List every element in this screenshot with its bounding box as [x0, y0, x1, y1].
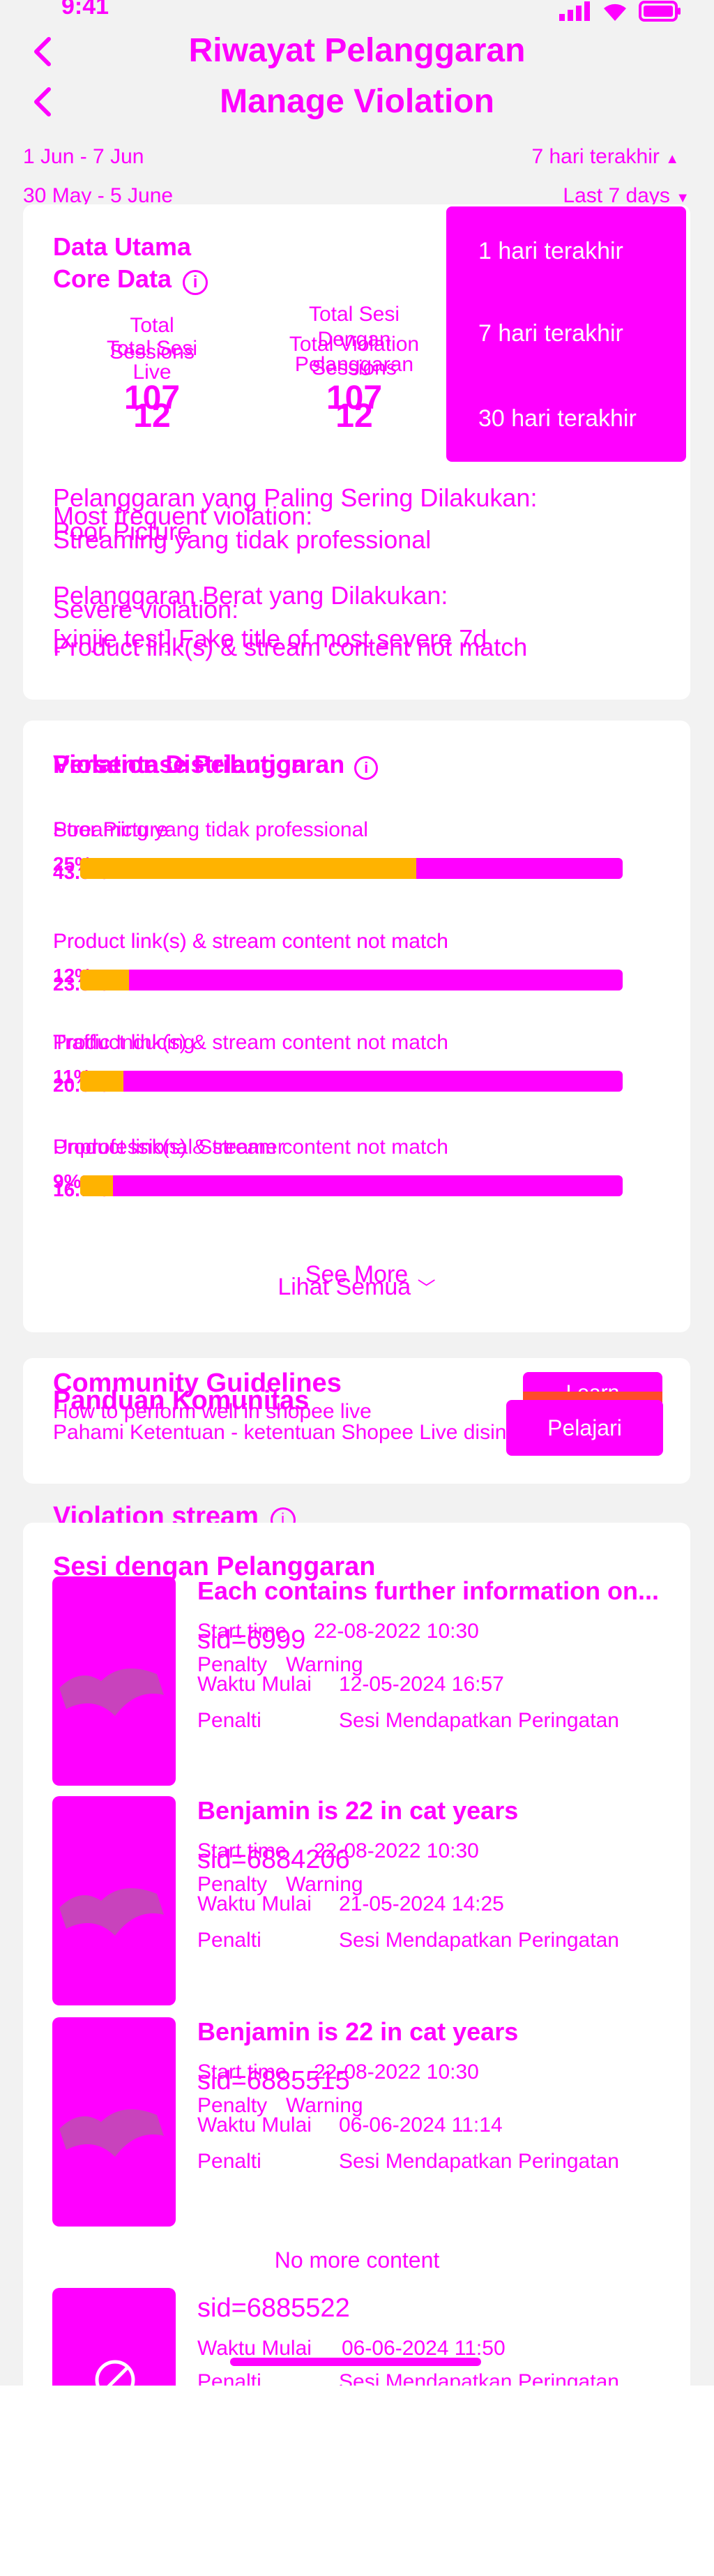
distribution-bar-track — [80, 970, 623, 991]
violation-distribution-card: Violation Distribution Persentase Pelang… — [23, 721, 690, 1332]
stream-penalti-value: Sesi Mendapatkan Peringatan — [339, 1929, 619, 1952]
stream-waktu-label: Waktu Mulai — [197, 2114, 312, 2137]
info-icon[interactable]: i — [183, 270, 208, 295]
distribution-title-secondary: Persentase Pelanggaran i — [53, 750, 379, 780]
stream-item-title[interactable]: Benjamin is 22 in cat years — [197, 1796, 518, 1825]
community-guidelines-card: Community Guidelines Panduan Komunitas H… — [23, 1358, 690, 1484]
stream-waktu-label: Waktu Mulai — [197, 1892, 312, 1915]
stream-start-time-value: 22-08-2022 10:30 — [314, 2061, 479, 2084]
stream-start-time-value: 22-08-2022 10:30 — [314, 1839, 479, 1862]
metric-violation-sessions-value-secondary: 12 — [335, 398, 373, 435]
stream-waktu-label: Waktu Mulai — [197, 1673, 312, 1696]
stream-item-title[interactable]: Benjamin is 22 in cat years — [197, 2017, 518, 2047]
thumbnail-image — [59, 2109, 164, 2157]
distribution-row-label-secondary: Product link(s) & stream content not mat… — [53, 930, 448, 953]
thumbnail-image — [59, 1669, 164, 1716]
lihat-semua-label: Lihat Semua — [278, 1274, 411, 1300]
distribution-bar-fill — [80, 1175, 113, 1196]
stream-waktu-value: 12-05-2024 16:57 — [339, 1673, 504, 1696]
pelajari-button-label: Pelajari — [547, 1415, 622, 1440]
page: 9:41 Riwayat Pelanggaran Manage Violatio… — [0, 0, 714, 2576]
metric-total-sessions-label-secondary-text: Total Sesi Live — [106, 337, 198, 384]
metric-violation-sessions-label-secondary-text: Total Violation Sessions — [289, 333, 420, 379]
stream-thumbnail[interactable] — [52, 1576, 176, 1786]
core-data-title: Data Utama — [53, 232, 192, 261]
blocked-icon — [95, 2360, 135, 2386]
caret-down-icon: ▼ — [676, 190, 690, 206]
signal-icon — [559, 1, 590, 21]
pelajari-button[interactable]: Pelajari — [506, 1400, 663, 1456]
stream-penalti-label: Penalti — [197, 1709, 261, 1732]
stream-thumbnail[interactable] — [52, 1796, 176, 2005]
metric-total-sessions-value-secondary: 12 — [133, 398, 171, 435]
period-option-7-days[interactable]: 7 hari terakhir — [478, 320, 623, 347]
last-stream-waktu-value: 06-06-2024 11:50 — [342, 2337, 506, 2360]
guidelines-desc-secondary-text: Pahami Ketentuan - ketentuan Shopee Live… — [53, 1421, 512, 1444]
distribution-row-label-secondary: Product link(s) & stream content not mat… — [53, 1031, 448, 1054]
core-data-title-secondary-text: Core Data — [53, 264, 172, 293]
wifi-icon — [604, 3, 626, 22]
stream-thumbnail-blocked[interactable] — [52, 2288, 176, 2386]
period-selector[interactable]: 7 hari terakhir ▲ — [531, 145, 679, 169]
stream-start-time-label: Start time — [197, 1620, 287, 1643]
metric-violation-sessions-label-secondary: Total Violation Sessions — [284, 333, 424, 380]
lihat-semua-button[interactable]: Lihat Semua ﹀ — [23, 1274, 690, 1301]
chevron-down-icon: ﹀ — [417, 1278, 436, 1299]
stream-penalti-value: Sesi Mendapatkan Peringatan — [339, 2150, 619, 2173]
stream-item-title[interactable]: Each contains further information on... — [197, 1576, 659, 1606]
page-title-secondary: Manage Violation — [220, 83, 494, 120]
stream-start-time-value: 22-08-2022 10:30 — [314, 1620, 479, 1643]
most-frequent-value-secondary: Streaming yang tidak professional — [53, 525, 432, 554]
page-title: Riwayat Pelanggaran — [188, 32, 526, 69]
scroll-indicator — [230, 2358, 481, 2366]
last-stream-sid[interactable]: sid=6885522 — [197, 2293, 350, 2323]
caret-up-icon: ▲ — [665, 151, 679, 167]
severe-label-secondary: Pelanggaran Berat yang Dilakukan: — [53, 581, 448, 610]
guidelines-desc: How to perform well in shopee live — [53, 1400, 372, 1423]
distribution-bar-fill — [80, 858, 416, 879]
core-data-title-secondary: Core Data i — [53, 264, 208, 295]
status-time: 9:41 — [61, 0, 109, 20]
stream-waktu-value: 21-05-2024 14:25 — [339, 1892, 504, 1915]
distribution-row-label-secondary: Streaming yang tidak professional — [53, 818, 368, 841]
no-more-content: No more content — [274, 2247, 440, 2273]
severe-value-secondary: Product link(s) & stream content not mat… — [53, 633, 528, 661]
period-dropdown-menu: 1 hari terakhir 7 hari terakhir 30 hari … — [446, 206, 686, 462]
stream-start-time-label: Start time — [197, 1839, 287, 1862]
period-option-30-days[interactable]: 30 hari terakhir — [478, 405, 637, 432]
distribution-bar-fill — [80, 1071, 123, 1092]
battery-icon — [639, 1, 681, 22]
period-selector-label: 7 hari terakhir — [531, 145, 660, 168]
last-stream-waktu-label: Waktu Mulai — [197, 2337, 312, 2360]
stream-start-time-label: Start time — [197, 2061, 287, 2084]
stream-penalti-label: Penalti — [197, 2150, 261, 2173]
distribution-bar-fill — [80, 970, 129, 991]
distribution-bar-track — [80, 858, 623, 879]
distribution-bar-track — [80, 1071, 623, 1092]
guidelines-desc-secondary: Pahami Ketentuan - ketentuan Shopee Live… — [53, 1421, 527, 1445]
distribution-bar-track — [80, 1175, 623, 1196]
info-icon[interactable]: i — [354, 756, 379, 780]
stream-thumbnail[interactable] — [52, 2017, 176, 2227]
stream-waktu-value: 06-06-2024 11:14 — [339, 2114, 503, 2137]
app-screen: 9:41 Riwayat Pelanggaran Manage Violatio… — [0, 0, 714, 2386]
thumbnail-image — [59, 1888, 164, 1936]
date-range: 1 Jun - 7 Jun — [23, 145, 144, 168]
distribution-title-secondary-text: Persentase Pelanggaran — [53, 750, 345, 778]
period-option-1-day[interactable]: 1 hari terakhir — [478, 238, 623, 265]
stream-penalti-value: Sesi Mendapatkan Peringatan — [339, 1709, 619, 1732]
metric-total-sessions-label-secondary: Total Sesi Live — [96, 337, 208, 384]
distribution-row-label-secondary: Product link(s) & stream content not mat… — [53, 1136, 448, 1159]
stream-penalti-label: Penalti — [197, 1929, 261, 1952]
last-stream-penalti-value: Sesi Mendapatkan Peringatan — [339, 2370, 619, 2386]
last-stream-penalti-label: Penalti — [197, 2370, 261, 2386]
most-frequent-label-secondary: Pelanggaran yang Paling Sering Dilakukan… — [53, 483, 538, 512]
status-bar: 9:41 — [0, 0, 714, 28]
